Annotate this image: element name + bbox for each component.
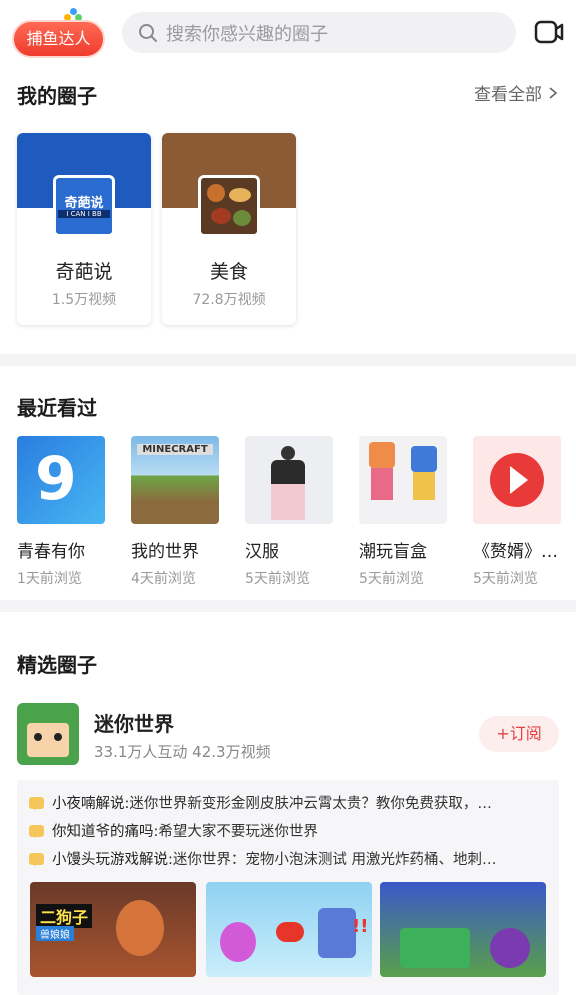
see-all-label: 查看全部	[474, 85, 542, 105]
circle-video-count: 72.8万视频	[192, 292, 266, 308]
circle-home-page: 捕鱼达人 搜索你感兴趣的圈子 我的圈子 查看全部 奇葩说 I CAN I BB …	[0, 0, 576, 995]
recent-thumbnail: 9	[17, 436, 105, 524]
featured-circle-name[interactable]: 迷你世界	[94, 708, 174, 737]
qipashuo-logo: 奇葩说 I CAN I BB	[53, 175, 115, 237]
recent-time: 1天前浏览	[17, 571, 82, 587]
recent-time: 5天前浏览	[473, 571, 538, 587]
subscribe-label: 订阅	[509, 724, 542, 743]
see-all-link[interactable]: 查看全部	[474, 80, 560, 105]
circle-card-food[interactable]: 美食 72.8万视频	[162, 133, 296, 325]
post-item[interactable]: 小馒头玩游戏解说: 迷你世界：宠物小泡沫测试 用激光炸药桶、地刺…	[29, 848, 497, 869]
search-bar[interactable]: 搜索你感兴趣的圈子	[122, 12, 516, 53]
featured-title: 精选圈子	[17, 653, 97, 677]
recent-thumbnail	[473, 436, 561, 524]
recent-time: 5天前浏览	[359, 571, 424, 587]
recent-name: 我的世界	[131, 542, 199, 562]
recent-item-blindbox[interactable]: 潮玩盲盒 5天前浏览	[359, 436, 447, 588]
video-thumbnail[interactable]: !!	[206, 882, 372, 977]
featured-avatar[interactable]	[17, 703, 79, 765]
subscribe-button[interactable]: +订阅	[479, 716, 559, 752]
post-item[interactable]: 你知道爷的痛吗: 希望大家不要玩迷你世界	[29, 820, 318, 841]
top-bar: 捕鱼达人 搜索你感兴趣的圈子	[0, 0, 576, 70]
circle-name: 奇葩说	[55, 261, 113, 283]
video-camera-icon[interactable]	[534, 18, 564, 46]
recent-item-zhuixu[interactable]: 《赘婿》… 5天前浏览	[473, 436, 561, 588]
recent-name: 青春有你	[17, 542, 85, 562]
recent-item-qingchun[interactable]: 9 青春有你 1天前浏览	[17, 436, 105, 588]
recent-item-minecraft[interactable]: MINECRAFT 我的世界 4天前浏览	[131, 436, 219, 588]
recent-time: 4天前浏览	[131, 571, 196, 587]
recent-thumbnail	[359, 436, 447, 524]
my-circles-title: 我的圈子	[17, 84, 97, 108]
video-thumbnail[interactable]: 二狗子 兽娘娘	[30, 882, 196, 977]
post-item[interactable]: 小夜喃解说: 迷你世界新变形金刚皮肤冲云霄太贵？教你免费获取，…	[29, 792, 492, 813]
circle-video-count: 1.5万视频	[51, 292, 117, 308]
comment-bubble-icon	[29, 852, 44, 866]
recent-time: 5天前浏览	[245, 571, 310, 587]
chevron-right-icon	[549, 86, 558, 99]
section-divider	[0, 354, 576, 366]
search-placeholder: 搜索你感兴趣的圈子	[166, 23, 328, 45]
recent-name: 汉服	[245, 542, 279, 562]
plus-icon: +	[496, 724, 510, 743]
recent-name: 潮玩盲盒	[359, 542, 427, 562]
recent-item-hanfu[interactable]: 汉服 5天前浏览	[245, 436, 333, 588]
section-divider	[0, 600, 576, 612]
comment-bubble-icon	[29, 796, 44, 810]
featured-circle-stats: 33.1万人互动 42.3万视频	[94, 743, 271, 761]
search-icon	[139, 23, 157, 42]
circle-card-qipashuo[interactable]: 奇葩说 I CAN I BB 奇葩说 1.5万视频	[17, 133, 151, 325]
food-thumbnail	[198, 175, 260, 237]
recent-thumbnail	[245, 436, 333, 524]
recent-thumbnail: MINECRAFT	[131, 436, 219, 524]
featured-posts: 小夜喃解说: 迷你世界新变形金刚皮肤冲云霄太贵？教你免费获取，… 你知道爷的痛吗…	[17, 780, 559, 995]
circle-name: 美食	[209, 261, 248, 283]
comment-bubble-icon	[29, 824, 44, 838]
recent-title: 最近看过	[17, 396, 97, 420]
video-thumbnail[interactable]	[380, 882, 546, 977]
brand-button[interactable]: 捕鱼达人	[12, 20, 105, 58]
recent-name: 《赘婿》…	[473, 542, 558, 562]
